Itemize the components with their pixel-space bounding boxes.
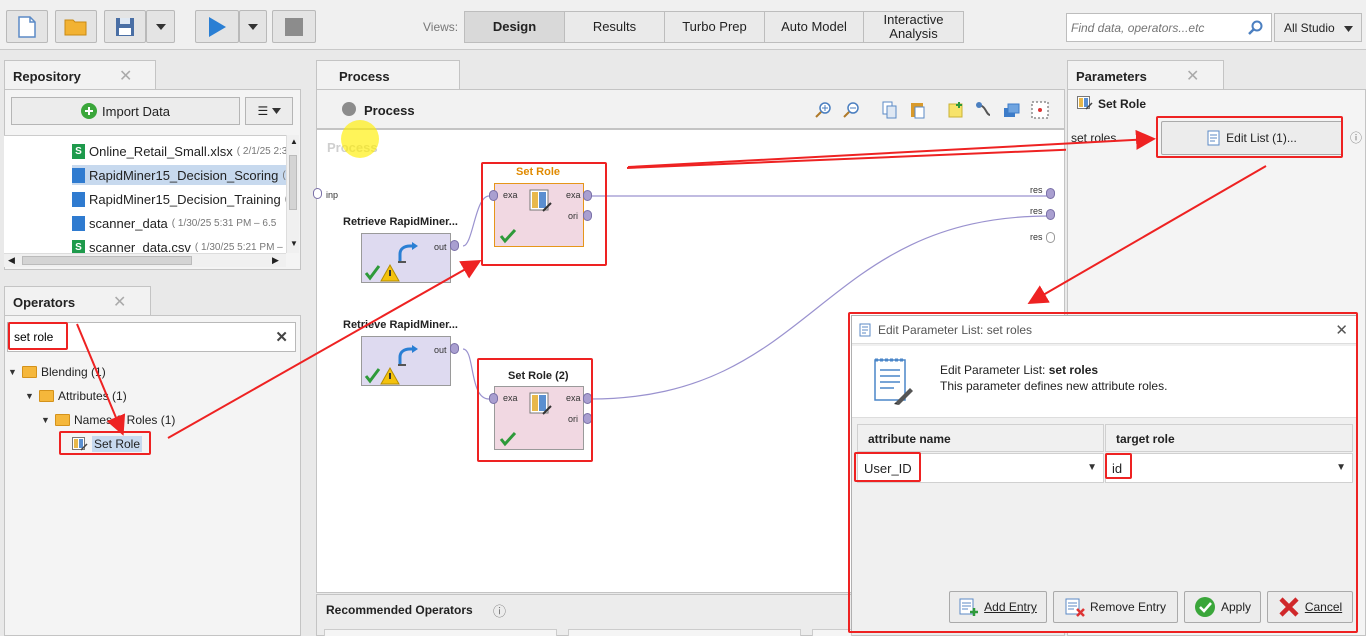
annotation-arrows: [76, 129, 1267, 439]
